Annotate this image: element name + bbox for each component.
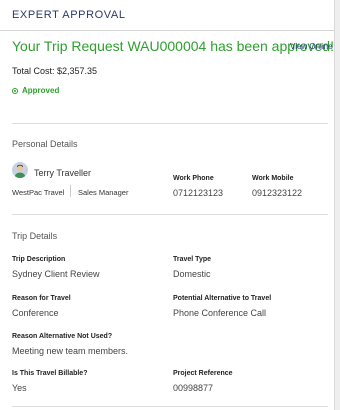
header-title: EXPERT APPROVAL <box>0 0 334 31</box>
reason-label: Reason for Travel <box>12 295 71 302</box>
traveller-name: Terry Traveller <box>34 168 92 178</box>
travel-type-label: Travel Type <box>173 256 212 263</box>
user-avatar-icon <box>12 162 28 178</box>
personal-details-title: Personal Details <box>12 139 78 149</box>
billable-label: Is This Travel Billable? <box>12 370 88 377</box>
approval-card: EXPERT APPROVAL Your Trip Request WAU000… <box>0 0 335 410</box>
billable-value: Yes <box>12 383 27 393</box>
separator <box>70 185 71 197</box>
trip-details-title: Trip Details <box>12 231 58 241</box>
status-badge: Approved <box>12 86 59 95</box>
divider <box>12 406 328 407</box>
alternative-label: Potential Alternative to Travel <box>173 295 272 302</box>
travel-type-value: Domestic <box>173 269 211 279</box>
work-mobile-label: Work Mobile <box>252 175 294 182</box>
avatar <box>12 162 28 178</box>
approval-title: Your Trip Request WAU000004 has been app… <box>12 38 334 54</box>
view-online-link[interactable]: View Online <box>290 42 333 51</box>
job-role: Sales Manager <box>78 188 129 197</box>
divider <box>12 123 328 124</box>
project-ref-label: Project Reference <box>173 370 233 377</box>
divider <box>12 214 328 215</box>
company-name: WestPac Travel <box>12 188 65 197</box>
alternative-value: Phone Conference Call <box>173 308 267 318</box>
reason-value: Conference <box>12 308 59 318</box>
work-phone-value: 0712123123 <box>173 188 224 198</box>
trip-description-value: Sydney Client Review <box>12 269 100 279</box>
project-ref-value: 00998877 <box>173 383 214 393</box>
alt-not-used-label: Reason Alternative Not Used? <box>12 333 113 340</box>
alt-not-used-value: Meeting new team members. <box>12 346 129 356</box>
work-mobile-value: 0912323122 <box>252 188 303 198</box>
work-phone-label: Work Phone <box>173 175 214 182</box>
approved-icon <box>12 87 18 94</box>
trip-description-label: Trip Description <box>12 256 66 263</box>
status-label: Approved <box>22 86 60 95</box>
total-cost: Total Cost: $2,357.35 <box>12 66 98 76</box>
